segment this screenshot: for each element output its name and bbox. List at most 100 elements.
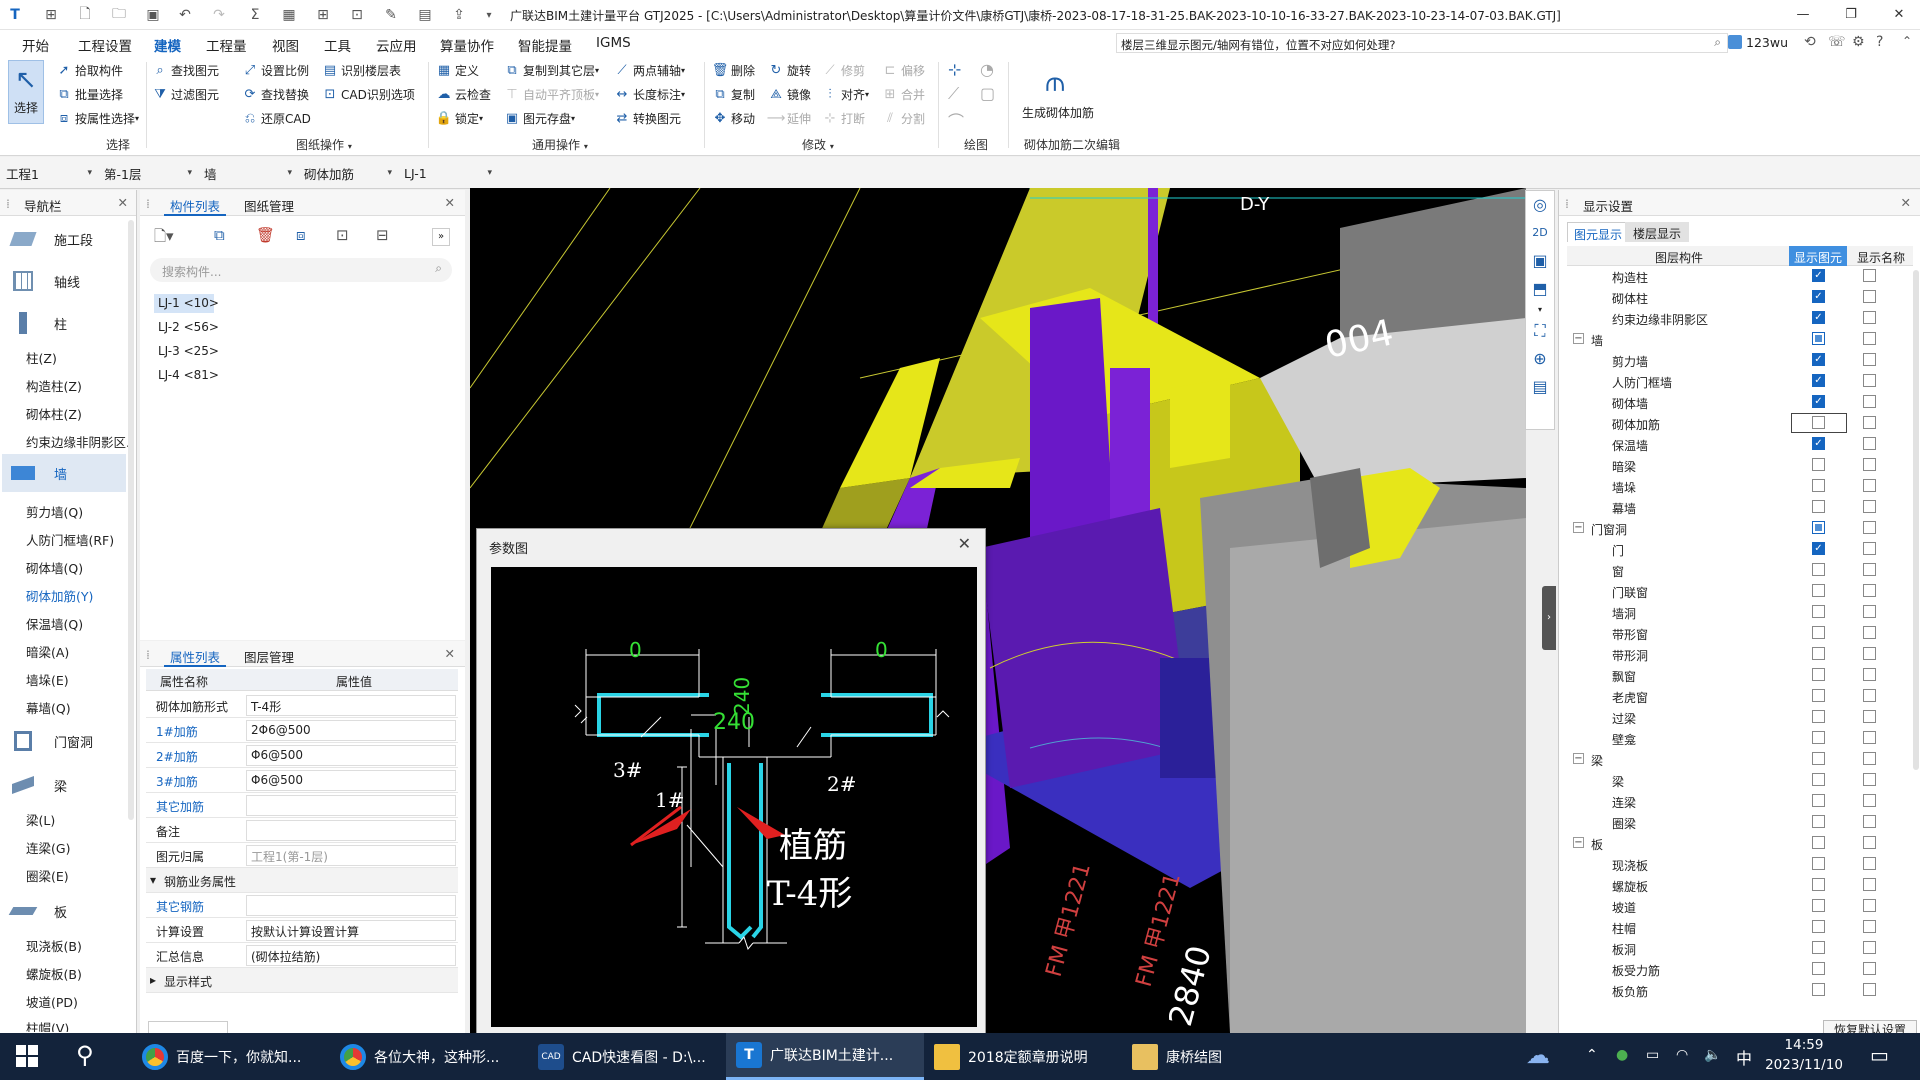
show-element-checkbox[interactable] [1812,458,1825,471]
show-element-checkbox[interactable] [1812,815,1825,828]
show-element-checkbox[interactable] [1812,563,1825,576]
undo-icon[interactable]: ↶ [174,4,196,26]
mirror-button[interactable]: ⟁ 镜像 [768,86,811,103]
zoom-icon[interactable]: ⊕ [1526,345,1554,373]
restore-default-button[interactable]: 恢复默认设置 [1823,1020,1917,1034]
menu-view[interactable]: 视图 [272,35,299,55]
copy-to-floor-button[interactable]: ⧉ 复制到其它层 ▾ [504,62,599,79]
show-element-checkbox[interactable] [1812,878,1825,891]
show-name-checkbox[interactable] [1863,584,1876,597]
property-group-row[interactable]: ▸ 显示样式 [146,968,458,993]
show-element-checkbox[interactable] [1812,605,1825,618]
menu-project-settings[interactable]: 工程设置 [78,35,132,55]
import-icon[interactable]: ⊡ [336,226,349,244]
show-element-checkbox[interactable] [1812,794,1825,807]
show-element-checkbox[interactable] [1812,668,1825,681]
draw-rect-icon[interactable]: ▢ [980,84,995,103]
property-value[interactable] [246,895,456,916]
show-name-checkbox[interactable] [1863,899,1876,912]
select-by-attr-button[interactable]: ⧈ 按属性选择 ▾ [56,110,139,127]
show-element-checkbox[interactable] [1812,521,1825,534]
taskbar-item[interactable]: 康桥结图 [1122,1033,1320,1080]
search-icon[interactable]: ⌕ [1714,35,1721,50]
nav-item-slab[interactable]: 板 [8,900,67,922]
nav-sub-beam[interactable]: 梁(L) [26,810,55,829]
close-button[interactable]: ✕ [1882,4,1916,26]
show-element-checkbox[interactable]: ✓ [1812,353,1825,366]
nav-item-beam[interactable]: 梁 [10,774,67,796]
sum-icon[interactable]: Σ [244,4,266,26]
nav-sub-column-cap[interactable]: 柱帽(V) [26,1018,69,1032]
generate-masonry-rebar-button[interactable]: ⫙ 生成砌体加筋 [1022,60,1094,121]
draw-circle-icon[interactable]: ◔ [980,60,994,79]
nav-item-column[interactable]: 柱 [10,312,67,334]
property-value[interactable]: 2Φ6@500 [246,720,456,741]
show-name-checkbox[interactable] [1863,962,1876,975]
nav-sub-column[interactable]: 柱(Z) [26,348,57,367]
collapse-icon[interactable]: − [1573,522,1584,533]
show-name-checkbox[interactable] [1863,395,1876,408]
nav-sub-masonry-rebar[interactable]: 砌体加筋(Y) [26,586,93,605]
show-element-checkbox[interactable] [1812,752,1825,765]
show-element-checkbox[interactable]: ✓ [1812,395,1825,408]
show-name-checkbox[interactable] [1863,668,1876,681]
nav-sub-boundary[interactable]: 约束边缘非阴影区. [26,432,130,451]
panel-collapse-handle[interactable]: › [1542,586,1556,650]
batch-select-button[interactable]: ⧉ 批量选择 [56,86,123,103]
component-item[interactable]: LJ-2 <56> [158,320,219,334]
onedrive-icon[interactable]: ☁ [1526,1041,1550,1069]
property-value[interactable]: 按默认计算设置计算 [246,920,456,941]
search-icon[interactable]: ⌕ [435,261,442,276]
windows-start-icon[interactable] [16,1045,38,1067]
draw-arc-icon[interactable]: ⌒ [948,108,964,132]
show-name-checkbox[interactable] [1863,773,1876,786]
menu-modeling[interactable]: 建模 [152,35,183,61]
show-name-checkbox[interactable] [1863,500,1876,513]
menu-start[interactable]: 开始 [22,35,49,55]
identify-floor-table-button[interactable]: ▤ 识别楼层表 [322,62,401,79]
close-icon[interactable]: ✕ [958,534,971,553]
show-element-checkbox[interactable] [1812,500,1825,513]
show-name-checkbox[interactable] [1863,542,1876,555]
show-element-checkbox[interactable]: ✓ [1812,290,1825,303]
show-element-checkbox[interactable] [1812,983,1825,996]
col-show-name[interactable]: 显示名称 [1857,249,1905,266]
show-element-checkbox[interactable] [1812,332,1825,345]
select-tool-button[interactable]: ↖ 选择 [8,60,44,124]
nav-item-axis[interactable]: 轴线 [10,270,80,292]
nav-sub-curtain-wall[interactable]: 幕墙(Q) [26,698,71,717]
restore-cad-button[interactable]: ⎌ 还原CAD [242,110,311,127]
copy-component-icon[interactable]: ⧉ [214,226,225,244]
show-element-checkbox[interactable] [1812,899,1825,912]
show-name-checkbox[interactable] [1863,731,1876,744]
component-item[interactable]: LJ-4 <81> [158,368,219,382]
nav-sub-shear-wall[interactable]: 剪力墙(Q) [26,502,83,521]
show-name-checkbox[interactable] [1863,311,1876,324]
show-name-checkbox[interactable] [1863,689,1876,702]
nav-sub-masonry-wall[interactable]: 砌体墙(Q) [26,558,83,577]
show-element-checkbox[interactable] [1812,920,1825,933]
show-name-checkbox[interactable] [1863,815,1876,828]
taskbar-item[interactable]: 各位大神，这种形... [330,1033,528,1080]
clock-date[interactable]: 2023/11/10 [1762,1057,1846,1073]
show-element-checkbox[interactable] [1812,626,1825,639]
taskbar-item[interactable]: 百度一下，你就知... [132,1033,330,1080]
nav-sub-ramp[interactable]: 坡道(PD) [26,992,78,1011]
property-value[interactable] [246,795,456,816]
convert-element-button[interactable]: ⇄ 转换图元 [614,110,681,127]
taskbar-item[interactable]: 2018定额章册说明 [924,1033,1122,1080]
show-element-checkbox[interactable]: ✓ [1812,269,1825,282]
tab-component-list[interactable]: 构件列表 [164,190,227,216]
report-icon[interactable]: ▤ [414,4,436,26]
menu-collab[interactable]: 算量协作 [440,35,494,55]
show-element-checkbox[interactable]: ✓ [1812,311,1825,324]
trim-button[interactable]: ⟋ 修剪 [822,62,865,79]
show-name-checkbox[interactable] [1863,857,1876,870]
cloud-check-button[interactable]: ☁ 云检查 [436,86,492,103]
table-icon[interactable]: ▦ [278,4,300,26]
layout-icon[interactable]: ⊡ [346,4,368,26]
show-name-checkbox[interactable] [1863,941,1876,954]
show-name-checkbox[interactable] [1863,332,1876,345]
show-name-checkbox[interactable] [1863,458,1876,471]
show-name-checkbox[interactable] [1863,836,1876,849]
